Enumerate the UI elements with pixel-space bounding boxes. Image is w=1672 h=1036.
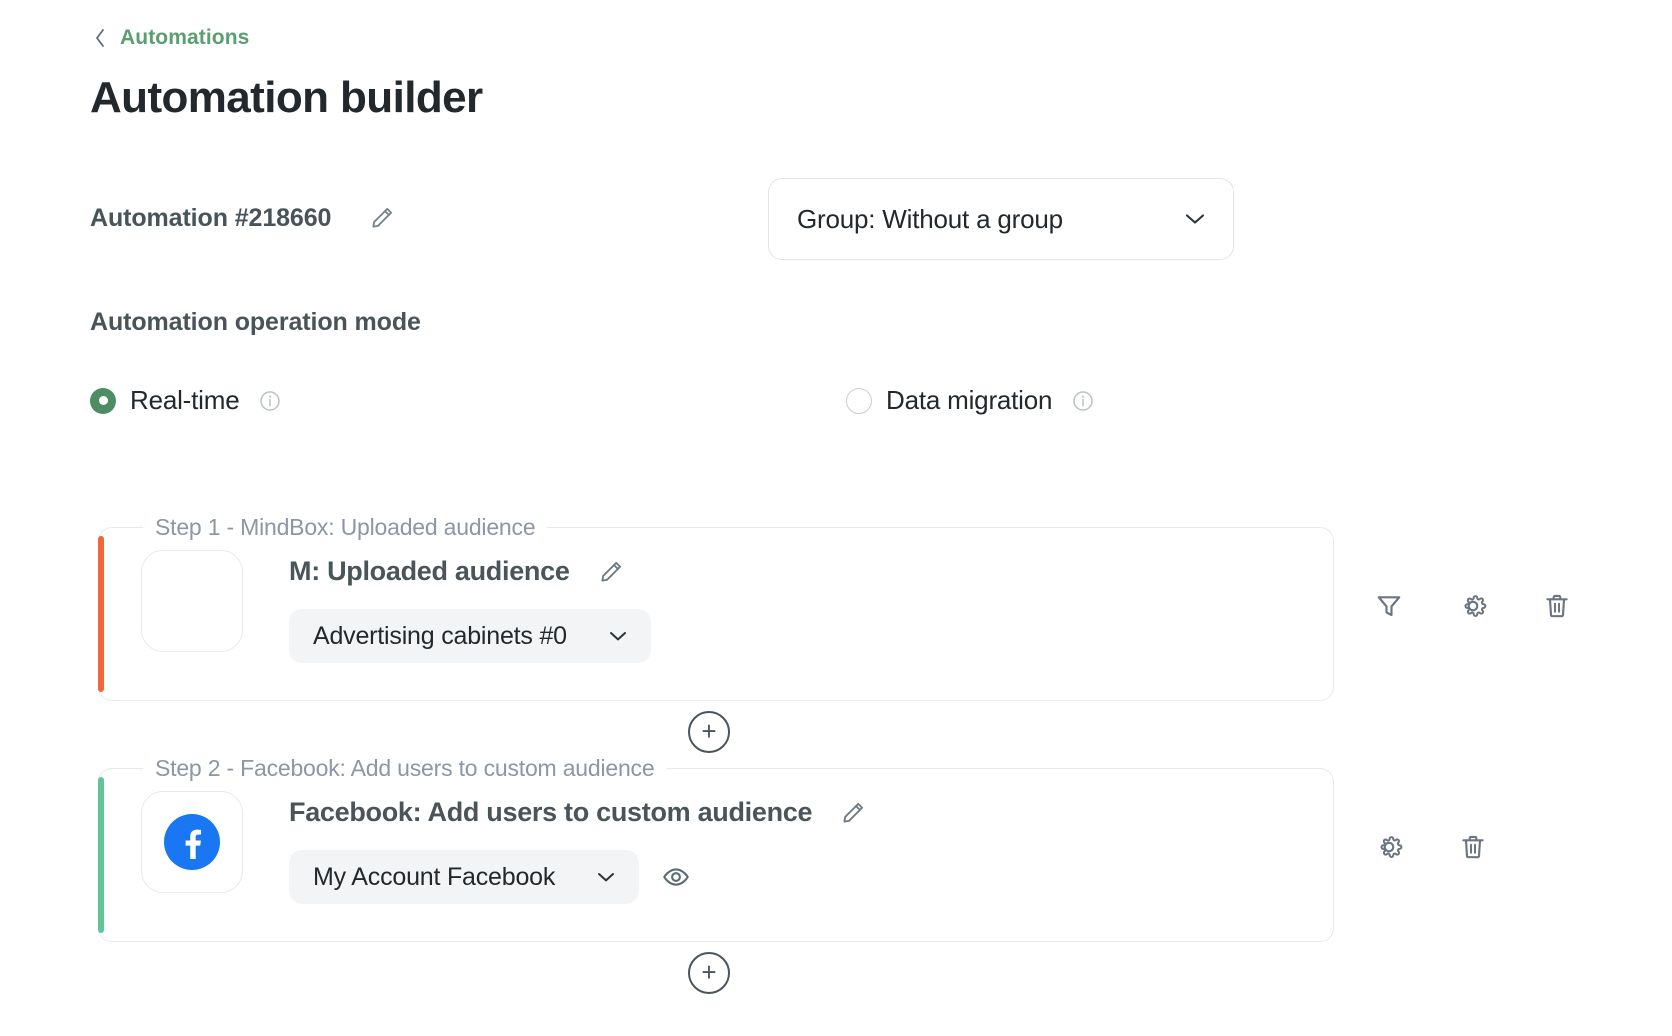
chevron-down-icon[interactable] <box>595 870 617 884</box>
radio-option-data-migration[interactable]: Data migration <box>846 385 1094 416</box>
operation-mode-radio-group: Real-time Data migration <box>90 385 1150 421</box>
step-accent-bar <box>98 536 104 692</box>
step-legend-2: Step 2 - Facebook: Add users to custom a… <box>143 755 666 782</box>
step-card-1: Step 1 - MindBox: Uploaded audience M: U… <box>98 527 1334 701</box>
pencil-icon[interactable] <box>838 798 868 828</box>
page-title: Automation builder <box>90 73 483 123</box>
facebook-icon <box>141 791 243 893</box>
step-body-1: M: Uploaded audience Advertising cabinet… <box>141 550 1317 684</box>
pencil-icon[interactable] <box>596 557 626 587</box>
eye-icon[interactable] <box>661 862 691 892</box>
chevron-down-icon[interactable] <box>1183 211 1207 227</box>
automation-name: Automation #218660 <box>90 204 331 233</box>
operation-mode-heading: Automation operation mode <box>90 308 421 337</box>
facebook-account-select[interactable]: My Account Facebook <box>289 850 639 904</box>
step-title-2: Facebook: Add users to custom audience <box>289 797 812 828</box>
step-title-1: M: Uploaded audience <box>289 556 570 587</box>
step-legend-1: Step 1 - MindBox: Uploaded audience <box>143 514 547 541</box>
step-main-2: Facebook: Add users to custom audience M… <box>289 791 1317 904</box>
plus-icon: + <box>701 718 716 744</box>
info-icon[interactable] <box>259 390 281 412</box>
group-select[interactable]: Group: Without a group <box>768 178 1234 260</box>
radio-indicator-unchecked[interactable] <box>846 388 872 414</box>
automation-name-row: Automation #218660 <box>90 203 397 233</box>
add-step-button-2[interactable]: + <box>688 952 730 994</box>
radio-label-data-migration: Data migration <box>886 385 1052 416</box>
filter-icon[interactable] <box>1372 589 1406 623</box>
step-title-row-2: Facebook: Add users to custom audience <box>289 797 1317 828</box>
facebook-glyph <box>164 814 220 870</box>
step-actions-2 <box>1372 830 1490 864</box>
gear-icon[interactable] <box>1456 589 1490 623</box>
step-accent-bar <box>98 777 104 933</box>
radio-label-real-time: Real-time <box>130 385 239 416</box>
pencil-icon[interactable] <box>367 203 397 233</box>
advertising-cabinet-select[interactable]: Advertising cabinets #0 <box>289 609 651 663</box>
step-card-2: Step 2 - Facebook: Add users to custom a… <box>98 768 1334 942</box>
gear-icon[interactable] <box>1372 830 1406 864</box>
trash-icon[interactable] <box>1540 589 1574 623</box>
step-title-row-1: M: Uploaded audience <box>289 556 1317 587</box>
radio-indicator-checked[interactable] <box>90 388 116 414</box>
breadcrumb-link-automations[interactable]: Automations <box>120 26 249 50</box>
step-select-row-2: My Account Facebook <box>289 850 1317 904</box>
advertising-cabinet-select-label: Advertising cabinets #0 <box>313 622 567 651</box>
trash-icon[interactable] <box>1456 830 1490 864</box>
facebook-account-select-label: My Account Facebook <box>313 863 555 892</box>
empty-app-icon <box>141 550 243 652</box>
step-select-row-1: Advertising cabinets #0 <box>289 609 1317 663</box>
group-select-label: Group: Without a group <box>797 204 1063 235</box>
radio-option-real-time[interactable]: Real-time <box>90 385 281 416</box>
add-step-button-1[interactable]: + <box>688 711 730 753</box>
breadcrumb[interactable]: Automations <box>92 26 249 50</box>
step-main-1: M: Uploaded audience Advertising cabinet… <box>289 550 1317 663</box>
step-body-2: Facebook: Add users to custom audience M… <box>141 791 1317 925</box>
step-actions-1 <box>1372 589 1574 623</box>
plus-icon: + <box>701 959 716 985</box>
chevron-down-icon[interactable] <box>607 629 629 643</box>
info-icon[interactable] <box>1072 390 1094 412</box>
chevron-left-icon[interactable] <box>92 28 108 48</box>
